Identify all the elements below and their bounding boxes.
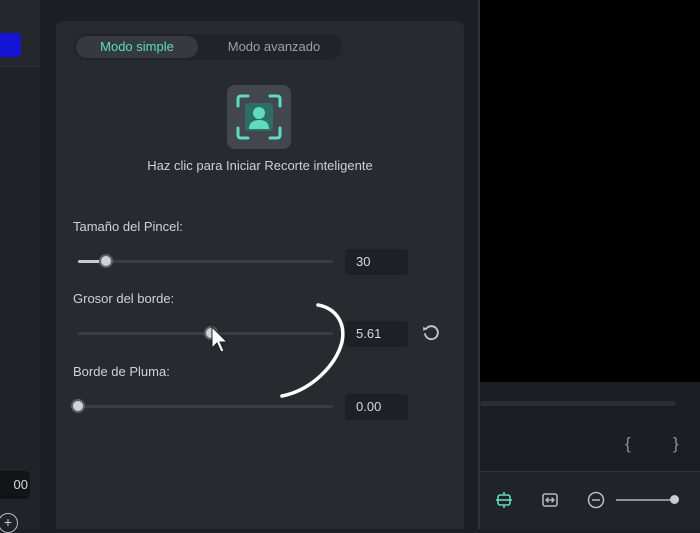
feather-value[interactable]: 0.00 xyxy=(345,394,408,420)
border-thickness-label: Grosor del borde: xyxy=(73,291,175,306)
zoom-slider[interactable] xyxy=(616,499,674,501)
tab-advanced-mode[interactable]: Modo avanzado xyxy=(209,34,339,60)
left-panel-highlight-button[interactable] xyxy=(0,33,21,57)
person-focus-icon xyxy=(236,94,282,140)
border-thickness-slider-fill xyxy=(78,332,211,335)
mark-in-icon[interactable]: { xyxy=(625,434,631,454)
mode-tabs: Modo simple Modo avanzado xyxy=(74,34,342,60)
brush-size-value[interactable]: 30 xyxy=(345,249,408,275)
tab-simple-mode[interactable]: Modo simple xyxy=(76,36,198,58)
border-thickness-value[interactable]: 5.61 xyxy=(345,321,408,347)
border-thickness-slider-thumb[interactable] xyxy=(204,326,218,340)
feather-label: Borde de Pluma: xyxy=(73,364,170,379)
border-thickness-slider[interactable] xyxy=(78,326,333,340)
add-icon[interactable]: + xyxy=(0,513,18,533)
preview-canvas[interactable] xyxy=(480,0,700,382)
snap-icon[interactable] xyxy=(494,490,514,510)
timeline-area xyxy=(480,382,700,471)
smart-cutout-caption: Haz clic para Iniciar Recorte inteligent… xyxy=(147,158,373,173)
brush-size-slider[interactable] xyxy=(78,254,333,268)
feather-slider-thumb[interactable] xyxy=(71,399,85,413)
brush-size-label: Tamaño del Pincel: xyxy=(73,219,183,234)
left-value-field[interactable]: 00 xyxy=(0,471,30,499)
feather-slider[interactable] xyxy=(71,399,333,413)
fit-width-icon[interactable] xyxy=(540,490,560,510)
horizontal-scrollbar[interactable] xyxy=(480,401,676,406)
zoom-out-icon[interactable] xyxy=(587,491,605,509)
reset-icon[interactable] xyxy=(422,324,440,342)
left-panel-content xyxy=(0,66,40,461)
zoom-slider-thumb[interactable] xyxy=(670,495,679,504)
mark-out-icon[interactable]: } xyxy=(673,434,679,454)
smart-cutout-button[interactable] xyxy=(227,85,291,149)
brush-size-slider-thumb[interactable] xyxy=(99,254,113,268)
